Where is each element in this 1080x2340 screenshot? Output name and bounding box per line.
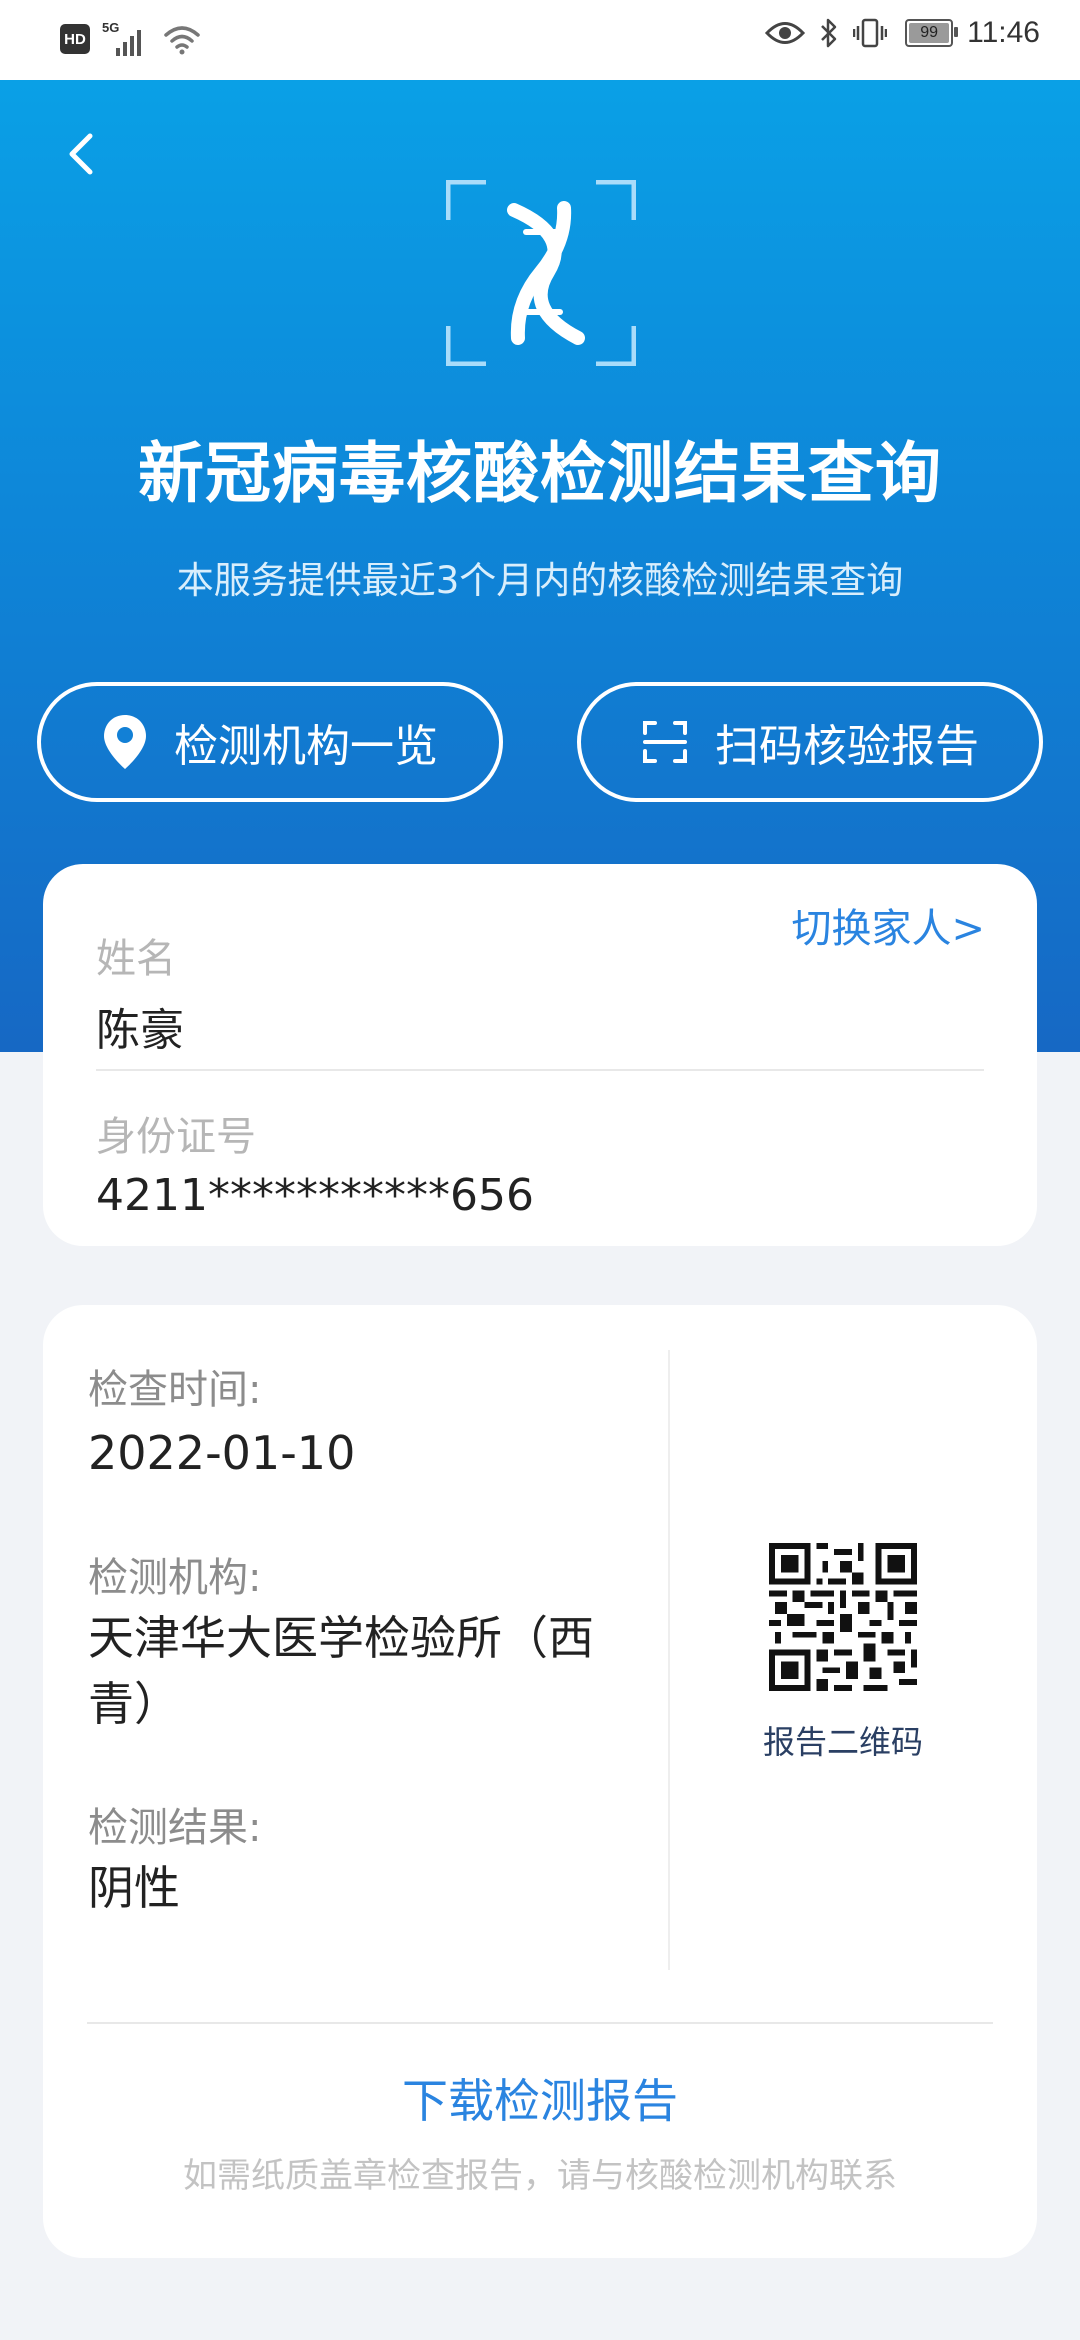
status-bar: HD 5G 99 11:46 — [0, 0, 1080, 80]
report-qr-block[interactable]: 报告二维码 — [758, 1543, 928, 1763]
vibrate-icon — [853, 18, 888, 48]
institutions-button[interactable]: 检测机构一览 — [37, 682, 503, 802]
name-label: 姓名 — [96, 936, 176, 982]
battery-icon: 99 — [905, 19, 959, 47]
back-arrow-icon[interactable] — [50, 120, 110, 190]
download-report-link[interactable]: 下载检测报告 — [43, 2065, 1037, 2131]
page-title: 新冠病毒核酸检测结果查询 — [138, 435, 942, 512]
institution-value: 天津华大医学检验所（西青） — [88, 1611, 594, 1731]
institutions-button-label: 检测机构一览 — [174, 721, 438, 772]
identity-card: 切换家人> 姓名 陈豪 身份证号 4211***********656 — [43, 864, 1037, 1246]
result-divider — [87, 2022, 993, 2024]
wifi-icon — [164, 26, 200, 55]
bluetooth-icon — [821, 18, 837, 48]
result-card: 检查时间: 2022-01-10 检测机构: 天津华大医学检验所（西青） 检测结… — [43, 1305, 1037, 2258]
scan-verify-button-label: 扫码核验报告 — [715, 721, 979, 772]
page-subtitle: 本服务提供最近3个月内的核酸检测结果查询 — [176, 559, 904, 602]
qr-caption: 报告二维码 — [762, 1723, 923, 1761]
vertical-divider — [668, 1350, 670, 1970]
signal-5g-icon: 5G — [102, 20, 150, 56]
test-time-label: 检查时间: — [88, 1367, 262, 1413]
id-number-label: 身份证号 — [96, 1114, 256, 1160]
identity-divider — [96, 1069, 984, 1071]
status-right: 99 11:46 — [765, 16, 1040, 50]
institution-label: 检测机构: — [88, 1555, 262, 1601]
result-label: 检测结果: — [88, 1805, 262, 1851]
status-left: HD 5G — [60, 20, 202, 56]
id-number-value: 4211***********656 — [96, 1170, 534, 1221]
location-pin-icon — [104, 715, 146, 769]
battery-level: 99 — [920, 24, 939, 41]
scan-icon — [643, 721, 687, 763]
hd-icon: HD — [60, 24, 90, 54]
name-value: 陈豪 — [96, 1005, 184, 1056]
eye-icon — [765, 22, 806, 44]
clock: 11:46 — [967, 16, 1040, 49]
switch-family-link[interactable]: 切换家人> — [791, 896, 985, 954]
result-value: 阴性 — [88, 1861, 180, 1915]
dna-scan-icon — [446, 180, 636, 366]
test-time-value: 2022-01-10 — [88, 1426, 356, 1480]
scan-verify-button[interactable]: 扫码核验报告 — [577, 682, 1043, 802]
paper-report-note: 如需纸质盖章检查报告，请与核酸检测机构联系 — [183, 2156, 897, 2196]
qr-code-icon[interactable] — [769, 1543, 917, 1691]
